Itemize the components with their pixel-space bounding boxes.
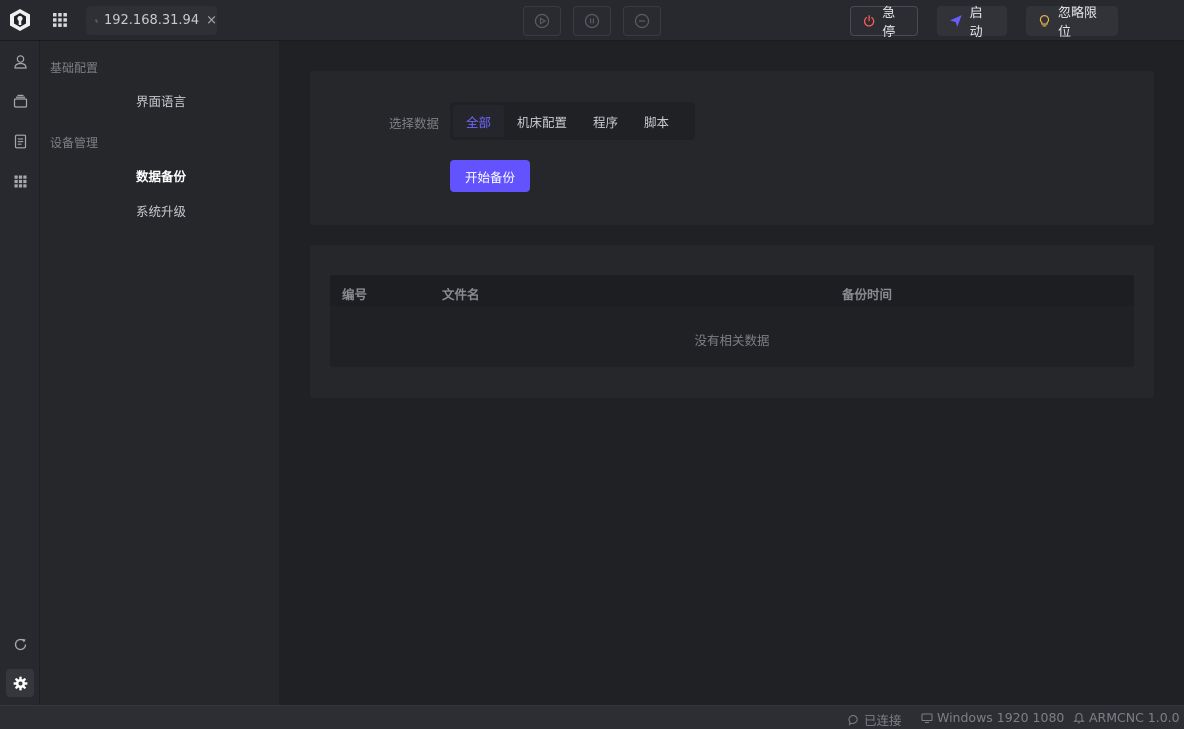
segment-program[interactable]: 程序 [580,105,631,137]
select-data-label: 选择数据 [389,116,440,131]
sidebar-item-system-upgrade[interactable]: 系统升级 [136,201,186,220]
rail-refresh-button[interactable] [6,630,34,658]
segment-script[interactable]: 脚本 [631,105,682,137]
start-label: 启动 [969,6,983,40]
icon-rail [0,41,40,705]
rail-document-button[interactable] [6,127,34,155]
version-info: ARMCNC 1.0.0 [1073,710,1180,725]
system-info-text: Windows 1920 1080 [937,710,1065,725]
pause-icon [584,13,600,29]
column-header-id[interactable]: 编号 [342,284,367,303]
segment-machine-config[interactable]: 机床配置 [504,105,580,137]
link-icon [95,19,98,22]
close-icon[interactable]: × [206,13,217,28]
rail-user-button[interactable] [6,47,34,75]
emergency-stop-label: 急停 [882,6,896,40]
apps-icon [53,13,67,27]
column-header-filename[interactable]: 文件名 [442,284,480,303]
rail-settings-button[interactable] [6,669,34,697]
backup-list-card: 编号 文件名 备份时间 没有相关数据 [310,245,1154,398]
ignore-limit-button[interactable]: 忽略限位 [1026,6,1118,40]
group-device-management: 设备管理 [50,136,99,150]
rail-layers-button[interactable] [6,87,34,115]
document-icon [14,134,26,148]
bell-icon [1073,712,1085,723]
send-icon [949,15,962,27]
settings-sidebar: 基础配置 界面语言 设备管理 数据备份 系统升级 [40,41,279,705]
top-bar: 192.168.31.94 × 急停 启动 忽略限位 [0,0,1184,41]
refresh-icon [14,638,26,650]
stop-button[interactable] [623,6,661,36]
main-content: 选择数据 全部 机床配置 程序 脚本 开始备份 编号 文件名 备份时间 没有相关… [279,41,1184,705]
empty-state-text: 没有相关数据 [694,333,770,348]
rail-apps-button[interactable] [6,167,34,195]
apps-grid-button[interactable] [50,10,70,30]
layers-icon [13,94,27,108]
start-backup-button[interactable]: 开始备份 [450,160,530,192]
chat-icon [848,714,858,726]
data-type-selector: 全部 机床配置 程序 脚本 [450,102,695,140]
connection-status: 已连接 [848,710,902,729]
connection-address: 192.168.31.94 [103,13,200,28]
ignore-limit-label: 忽略限位 [1057,6,1097,40]
app-logo [8,8,32,32]
table-header: 编号 文件名 备份时间 [330,275,1134,306]
lightbulb-icon [1039,15,1050,27]
user-icon [13,54,27,69]
version-text: ARMCNC 1.0.0 [1089,710,1180,725]
power-icon [864,15,875,27]
connection-tab[interactable]: 192.168.31.94 × [86,6,217,35]
apps-icon [14,175,26,187]
stop-icon [634,13,650,29]
pause-button[interactable] [573,6,611,36]
sidebar-item-data-backup[interactable]: 数据备份 [136,166,186,185]
sidebar-item-language[interactable]: 界面语言 [136,91,186,110]
gear-icon [13,676,27,690]
group-basic-config: 基础配置 [50,61,99,75]
column-header-backup-time[interactable]: 备份时间 [842,284,892,303]
emergency-stop-button[interactable]: 急停 [850,6,918,40]
play-icon [534,13,550,29]
backup-options-card: 选择数据 全部 机床配置 程序 脚本 开始备份 [310,71,1154,225]
segment-all[interactable]: 全部 [453,105,505,137]
start-button[interactable]: 启动 [937,6,1007,40]
status-bar: 已连接 Windows 1920 1080 ARMCNC 1.0.0 [0,705,1184,729]
play-button[interactable] [523,6,561,36]
monitor-icon [921,713,933,723]
system-info: Windows 1920 1080 [921,710,1064,725]
backup-table: 编号 文件名 备份时间 没有相关数据 [330,275,1134,367]
connection-status-text: 已连接 [864,713,902,728]
